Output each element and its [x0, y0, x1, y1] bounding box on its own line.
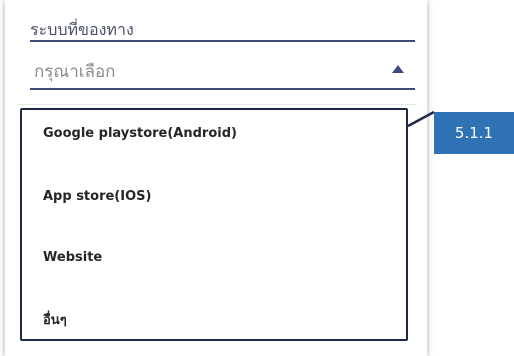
menu-item-google-playstore[interactable]: Google playstore(Android) [43, 119, 237, 149]
platform-select[interactable]: กรุณาเลือก [30, 50, 415, 90]
dropdown-menu: Google playstore(Android) App store(IOS)… [20, 108, 408, 341]
callout-badge: 5.1.1 [434, 112, 514, 154]
field-label-underline [30, 40, 415, 42]
select-placeholder: กรุณาเลือก [34, 62, 116, 82]
menu-item-website[interactable]: Website [43, 243, 102, 273]
divider [17, 104, 417, 105]
caret-up-icon [392, 65, 404, 73]
select-underline [30, 88, 415, 90]
field-label: ระบบที่ของทาง [30, 20, 134, 39]
menu-item-other[interactable]: อื่นๆ [43, 306, 67, 336]
menu-item-app-store[interactable]: App store(IOS) [43, 182, 151, 212]
